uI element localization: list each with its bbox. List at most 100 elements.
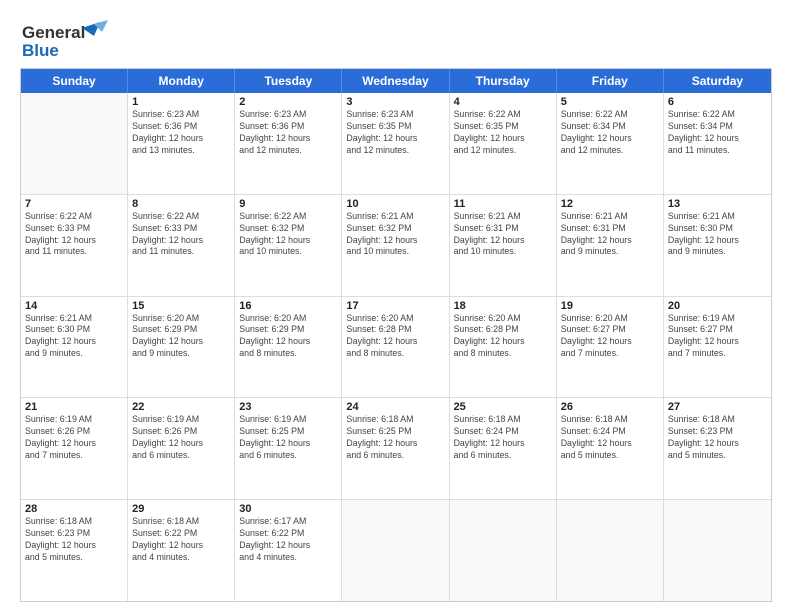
day-info: Sunrise: 6:20 AM Sunset: 6:28 PM Dayligh… — [346, 313, 444, 361]
calendar-cell: 11Sunrise: 6:21 AM Sunset: 6:31 PM Dayli… — [450, 195, 557, 296]
calendar-cell: 29Sunrise: 6:18 AM Sunset: 6:22 PM Dayli… — [128, 500, 235, 601]
day-info: Sunrise: 6:18 AM Sunset: 6:22 PM Dayligh… — [132, 516, 230, 564]
calendar-cell — [664, 500, 771, 601]
day-info: Sunrise: 6:22 AM Sunset: 6:35 PM Dayligh… — [454, 109, 552, 157]
top-header: General Blue — [20, 18, 772, 60]
day-number: 27 — [668, 401, 767, 413]
header-cell-friday: Friday — [557, 69, 664, 93]
day-number: 5 — [561, 96, 659, 108]
calendar-cell: 1Sunrise: 6:23 AM Sunset: 6:36 PM Daylig… — [128, 93, 235, 194]
day-number: 23 — [239, 401, 337, 413]
day-number: 13 — [668, 198, 767, 210]
day-number: 18 — [454, 300, 552, 312]
day-number: 30 — [239, 503, 337, 515]
calendar-cell: 23Sunrise: 6:19 AM Sunset: 6:25 PM Dayli… — [235, 398, 342, 499]
day-info: Sunrise: 6:21 AM Sunset: 6:31 PM Dayligh… — [454, 211, 552, 259]
day-info: Sunrise: 6:22 AM Sunset: 6:33 PM Dayligh… — [132, 211, 230, 259]
day-info: Sunrise: 6:22 AM Sunset: 6:33 PM Dayligh… — [25, 211, 123, 259]
calendar-cell: 3Sunrise: 6:23 AM Sunset: 6:35 PM Daylig… — [342, 93, 449, 194]
calendar-header: SundayMondayTuesdayWednesdayThursdayFrid… — [21, 69, 771, 93]
day-info: Sunrise: 6:18 AM Sunset: 6:24 PM Dayligh… — [454, 414, 552, 462]
day-info: Sunrise: 6:22 AM Sunset: 6:32 PM Dayligh… — [239, 211, 337, 259]
day-number: 25 — [454, 401, 552, 413]
calendar-row-2: 7Sunrise: 6:22 AM Sunset: 6:33 PM Daylig… — [21, 195, 771, 297]
calendar-cell: 18Sunrise: 6:20 AM Sunset: 6:28 PM Dayli… — [450, 297, 557, 398]
calendar-cell: 28Sunrise: 6:18 AM Sunset: 6:23 PM Dayli… — [21, 500, 128, 601]
calendar-row-3: 14Sunrise: 6:21 AM Sunset: 6:30 PM Dayli… — [21, 297, 771, 399]
day-info: Sunrise: 6:20 AM Sunset: 6:29 PM Dayligh… — [132, 313, 230, 361]
header-cell-monday: Monday — [128, 69, 235, 93]
day-number: 4 — [454, 96, 552, 108]
day-number: 24 — [346, 401, 444, 413]
calendar-cell: 19Sunrise: 6:20 AM Sunset: 6:27 PM Dayli… — [557, 297, 664, 398]
calendar-cell — [450, 500, 557, 601]
calendar-row-1: 1Sunrise: 6:23 AM Sunset: 6:36 PM Daylig… — [21, 93, 771, 195]
calendar-cell: 13Sunrise: 6:21 AM Sunset: 6:30 PM Dayli… — [664, 195, 771, 296]
calendar-row-5: 28Sunrise: 6:18 AM Sunset: 6:23 PM Dayli… — [21, 500, 771, 601]
day-info: Sunrise: 6:19 AM Sunset: 6:25 PM Dayligh… — [239, 414, 337, 462]
day-info: Sunrise: 6:17 AM Sunset: 6:22 PM Dayligh… — [239, 516, 337, 564]
calendar-cell: 16Sunrise: 6:20 AM Sunset: 6:29 PM Dayli… — [235, 297, 342, 398]
day-number: 26 — [561, 401, 659, 413]
day-info: Sunrise: 6:18 AM Sunset: 6:23 PM Dayligh… — [25, 516, 123, 564]
calendar-cell: 9Sunrise: 6:22 AM Sunset: 6:32 PM Daylig… — [235, 195, 342, 296]
day-number: 29 — [132, 503, 230, 515]
day-number: 17 — [346, 300, 444, 312]
day-number: 22 — [132, 401, 230, 413]
day-number: 10 — [346, 198, 444, 210]
day-number: 2 — [239, 96, 337, 108]
day-info: Sunrise: 6:20 AM Sunset: 6:29 PM Dayligh… — [239, 313, 337, 361]
calendar-row-4: 21Sunrise: 6:19 AM Sunset: 6:26 PM Dayli… — [21, 398, 771, 500]
day-number: 6 — [668, 96, 767, 108]
day-info: Sunrise: 6:18 AM Sunset: 6:24 PM Dayligh… — [561, 414, 659, 462]
calendar-cell: 24Sunrise: 6:18 AM Sunset: 6:25 PM Dayli… — [342, 398, 449, 499]
day-number: 15 — [132, 300, 230, 312]
day-info: Sunrise: 6:19 AM Sunset: 6:27 PM Dayligh… — [668, 313, 767, 361]
day-info: Sunrise: 6:21 AM Sunset: 6:30 PM Dayligh… — [25, 313, 123, 361]
calendar-cell: 25Sunrise: 6:18 AM Sunset: 6:24 PM Dayli… — [450, 398, 557, 499]
header-cell-thursday: Thursday — [450, 69, 557, 93]
svg-text:General: General — [22, 23, 85, 42]
calendar-cell: 4Sunrise: 6:22 AM Sunset: 6:35 PM Daylig… — [450, 93, 557, 194]
day-info: Sunrise: 6:20 AM Sunset: 6:28 PM Dayligh… — [454, 313, 552, 361]
day-number: 16 — [239, 300, 337, 312]
calendar-cell: 5Sunrise: 6:22 AM Sunset: 6:34 PM Daylig… — [557, 93, 664, 194]
day-number: 1 — [132, 96, 230, 108]
calendar-cell: 15Sunrise: 6:20 AM Sunset: 6:29 PM Dayli… — [128, 297, 235, 398]
calendar: SundayMondayTuesdayWednesdayThursdayFrid… — [20, 68, 772, 602]
calendar-cell — [21, 93, 128, 194]
day-number: 14 — [25, 300, 123, 312]
day-number: 28 — [25, 503, 123, 515]
day-info: Sunrise: 6:22 AM Sunset: 6:34 PM Dayligh… — [561, 109, 659, 157]
day-info: Sunrise: 6:21 AM Sunset: 6:32 PM Dayligh… — [346, 211, 444, 259]
day-info: Sunrise: 6:21 AM Sunset: 6:31 PM Dayligh… — [561, 211, 659, 259]
day-number: 9 — [239, 198, 337, 210]
calendar-cell: 20Sunrise: 6:19 AM Sunset: 6:27 PM Dayli… — [664, 297, 771, 398]
day-info: Sunrise: 6:19 AM Sunset: 6:26 PM Dayligh… — [132, 414, 230, 462]
day-info: Sunrise: 6:23 AM Sunset: 6:36 PM Dayligh… — [132, 109, 230, 157]
day-number: 21 — [25, 401, 123, 413]
day-number: 20 — [668, 300, 767, 312]
calendar-cell: 12Sunrise: 6:21 AM Sunset: 6:31 PM Dayli… — [557, 195, 664, 296]
calendar-cell: 26Sunrise: 6:18 AM Sunset: 6:24 PM Dayli… — [557, 398, 664, 499]
day-info: Sunrise: 6:20 AM Sunset: 6:27 PM Dayligh… — [561, 313, 659, 361]
day-number: 11 — [454, 198, 552, 210]
day-info: Sunrise: 6:21 AM Sunset: 6:30 PM Dayligh… — [668, 211, 767, 259]
svg-text:Blue: Blue — [22, 41, 59, 60]
calendar-cell: 2Sunrise: 6:23 AM Sunset: 6:36 PM Daylig… — [235, 93, 342, 194]
day-info: Sunrise: 6:18 AM Sunset: 6:23 PM Dayligh… — [668, 414, 767, 462]
day-info: Sunrise: 6:23 AM Sunset: 6:36 PM Dayligh… — [239, 109, 337, 157]
calendar-cell: 6Sunrise: 6:22 AM Sunset: 6:34 PM Daylig… — [664, 93, 771, 194]
calendar-cell — [342, 500, 449, 601]
calendar-cell — [557, 500, 664, 601]
calendar-cell: 30Sunrise: 6:17 AM Sunset: 6:22 PM Dayli… — [235, 500, 342, 601]
day-number: 7 — [25, 198, 123, 210]
header-cell-saturday: Saturday — [664, 69, 771, 93]
calendar-body: 1Sunrise: 6:23 AM Sunset: 6:36 PM Daylig… — [21, 93, 771, 601]
header-cell-tuesday: Tuesday — [235, 69, 342, 93]
day-number: 19 — [561, 300, 659, 312]
day-number: 3 — [346, 96, 444, 108]
day-info: Sunrise: 6:18 AM Sunset: 6:25 PM Dayligh… — [346, 414, 444, 462]
day-info: Sunrise: 6:23 AM Sunset: 6:35 PM Dayligh… — [346, 109, 444, 157]
day-info: Sunrise: 6:19 AM Sunset: 6:26 PM Dayligh… — [25, 414, 123, 462]
